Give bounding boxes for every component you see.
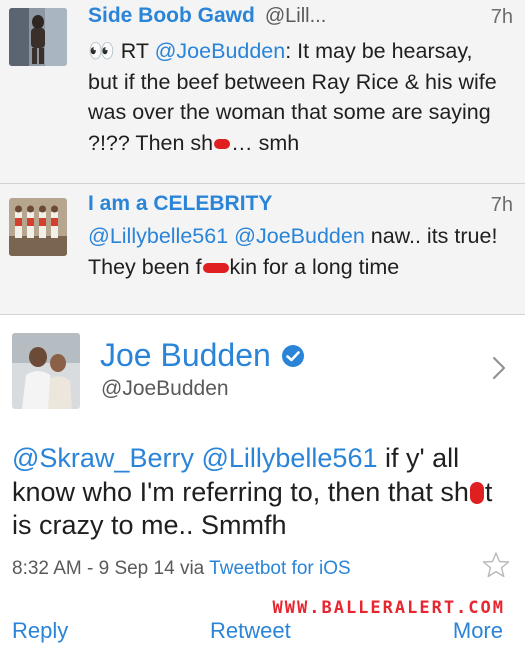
tweet-text-part: … smh	[231, 130, 300, 155]
tweet-text-part: kin for a long time	[229, 254, 400, 279]
tweet-timestamp: 8:32 AM - 9 Sep 14 via	[12, 558, 210, 579]
star-icon[interactable]	[481, 550, 511, 580]
reply-button[interactable]: Reply	[12, 618, 68, 644]
censor-mark	[214, 138, 231, 149]
tweet-time: 7h	[490, 194, 513, 216]
user-name[interactable]: I am a CELEBRITY	[88, 192, 272, 215]
reply-header: Side Boob Gawd @Lill... 7h	[88, 4, 513, 34]
censor-mark	[202, 262, 229, 273]
tweet-text-part: 👀 RT	[88, 39, 155, 63]
tweet-time: 7h	[490, 6, 513, 28]
user-name[interactable]: Side Boob Gawd	[88, 4, 255, 27]
tweet-text: 👀 RT @JoeBudden: It may be hearsay, but …	[88, 36, 505, 158]
client-link[interactable]: Tweetbot for iOS	[209, 558, 351, 579]
verified-badge-icon	[281, 344, 304, 367]
avatar[interactable]	[12, 333, 80, 409]
mention-link[interactable]: @Lillybelle561	[201, 443, 377, 473]
watermark: WWW.BALLERALERT.COM	[272, 598, 505, 618]
reply-tweet[interactable]: Side Boob Gawd @Lill... 7h 👀 RT @JoeBudde…	[0, 0, 525, 184]
avatar[interactable]	[9, 198, 67, 256]
chevron-right-icon[interactable]	[489, 353, 509, 383]
mention-link[interactable]: @JoeBudden	[155, 39, 286, 63]
mention-link[interactable]: @JoeBudden	[234, 224, 365, 248]
censor-mark	[469, 482, 484, 505]
retweet-button[interactable]: Retweet	[210, 618, 291, 644]
profile-header[interactable]: Joe Budden @JoeBudden	[0, 315, 525, 427]
reply-header: I am a CELEBRITY 7h	[88, 192, 513, 222]
profile-name: Joe Budden	[100, 337, 305, 374]
more-button[interactable]: More	[453, 618, 503, 644]
avatar[interactable]	[9, 8, 67, 66]
user-handle: @Lill...	[264, 5, 327, 27]
reply-tweet[interactable]: I am a CELEBRITY 7h @Lillybelle561 @JoeB…	[0, 184, 525, 315]
main-tweet-text: @Skraw_Berry @Lillybelle561 if y' all kn…	[12, 442, 509, 543]
tweet-meta: 8:32 AM - 9 Sep 14 via Tweetbot for iOS	[12, 558, 351, 580]
profile-name-text: Joe Budden	[100, 337, 271, 373]
profile-handle: @JoeBudden	[101, 377, 229, 400]
mention-link[interactable]: @Skraw_Berry	[12, 443, 194, 473]
tweet-text: @Lillybelle561 @JoeBudden naw.. its true…	[88, 221, 505, 282]
mention-link[interactable]: @Lillybelle561	[88, 224, 228, 248]
